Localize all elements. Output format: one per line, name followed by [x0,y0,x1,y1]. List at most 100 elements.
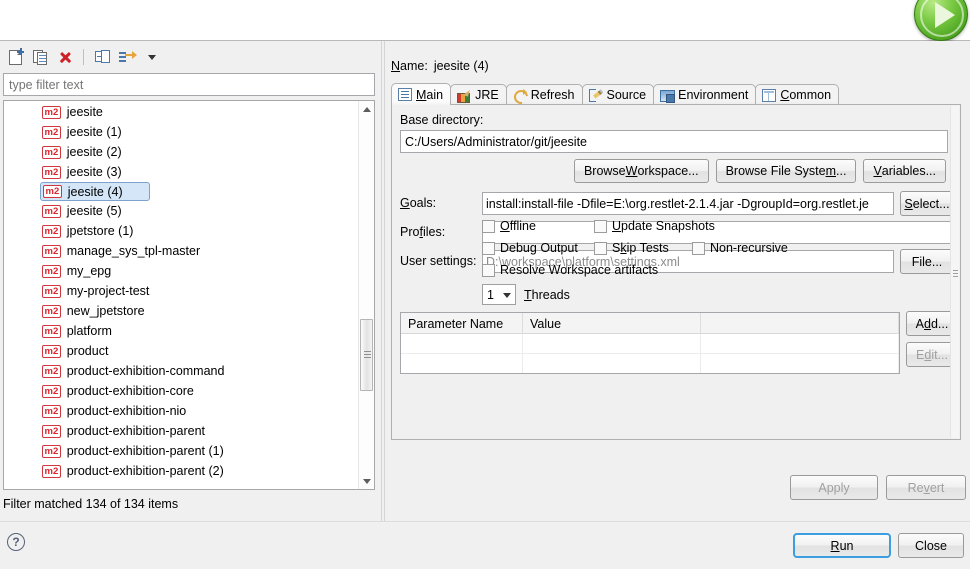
tree-item[interactable]: m2 product-exhibition-core [4,381,357,401]
checkbox-resolve-workspace-artifacts[interactable]: Resolve Workspace artifacts [482,263,658,277]
threads-row: 1 Threads [482,284,570,305]
select-goals-button[interactable]: Select... [900,191,954,216]
tree-item[interactable]: m2 new_jpetstore [4,301,357,321]
run-configurations-dialog: m2 jeesite m2 jeesite (1) m2 jeesite (2) m2 jee… [0,0,970,569]
tree-item[interactable]: m2 my-project-test [4,281,357,301]
tree-item[interactable]: m2 manage_sys_tpl-master [4,241,357,261]
tree-item[interactable]: m2 jeesite (5) [4,201,357,221]
filter-status-text: Filter matched 134 of 134 items [3,497,179,511]
tree-item[interactable]: m2 jeesite (1) [4,122,357,142]
apply-button: Apply [790,475,878,500]
tab-label: Source [606,88,647,102]
tab-label: Main [416,87,444,102]
goals-input[interactable] [482,192,894,215]
non-recursive-checkbox-box[interactable] [692,241,705,255]
filter-input[interactable] [3,73,375,96]
tree-item[interactable]: m2 jeesite (2) [4,142,357,162]
checkbox-debug-output[interactable]: Debug Output [482,241,578,255]
tree-item[interactable]: m2 product-exhibition-parent (2) [4,461,357,481]
parameter-table-header: Parameter Name Value [401,313,899,334]
tab-refresh[interactable]: Refresh [505,84,583,105]
browse-workspace-button[interactable]: Browse Workspace... [573,159,709,183]
offline-checkbox-box[interactable] [482,219,495,233]
resolve-workspace-artifacts-checkbox-box[interactable] [482,263,495,277]
parameter-table-cell [401,334,523,354]
scroll-up-icon[interactable] [359,101,374,117]
tab-source[interactable]: Source [581,84,655,105]
tab-label: JRE [475,88,499,102]
tree-vertical-scrollbar[interactable] [358,101,374,489]
scroll-down-icon[interactable] [359,473,374,489]
config-name-row: Name: jeesite (4) [391,59,489,73]
m2-icon: m2 [42,384,61,398]
profiles-label: Profiles: [400,225,446,239]
tab-jre[interactable]: JRE [450,84,507,105]
tree-item[interactable]: m2 product-exhibition-parent [4,421,357,441]
debug-output-checkbox-box[interactable] [482,241,495,255]
chevron-down-icon[interactable] [141,46,163,68]
green-run-play-icon [914,0,968,41]
base-directory-input[interactable] [400,130,948,153]
tab-content-resize-grip[interactable] [953,270,958,282]
scrollbar-thumb[interactable] [360,319,373,391]
user-settings-label: User settings: [400,254,477,268]
tree-item[interactable]: m2 product-exhibition-nio [4,401,357,421]
parameter-table[interactable]: Parameter Name Value [400,312,900,374]
tree-item[interactable]: m2 platform [4,321,357,341]
name-label: Name: [391,59,428,73]
base-directory-label: Base directory: [400,113,484,127]
config-tabs: Main JRE Refresh Source Environment Common [391,83,961,105]
checkbox-skip-tests[interactable]: Skip Tests [594,241,676,255]
tree-item[interactable]: m2 jeesite [4,102,357,122]
parameter-table-row[interactable] [401,354,899,373]
parameter-table-cell [523,354,701,373]
parameter-table-cell [701,354,899,373]
m2-icon: m2 [42,264,61,278]
launch-config-tree[interactable]: m2 jeesite m2 jeesite (1) m2 jeesite (2) m2 jee… [3,100,375,490]
filter-arrow-icon[interactable] [116,46,138,68]
tab-environment[interactable]: Environment [653,84,757,105]
new-page-icon[interactable] [4,46,26,68]
update-snapshots-checkbox-box[interactable] [594,219,607,233]
help-question-icon[interactable]: ? [7,533,25,551]
browse-buttons-row: Browse Workspace... Browse File Syste m..… [573,159,946,183]
tree-item[interactable]: m2 product-exhibition-parent (1) [4,441,357,461]
tree-item[interactable]: m2 my_epg [4,261,357,281]
variables-button[interactable]: Variables... [863,159,946,183]
run-button[interactable]: Run [793,533,891,558]
m2-icon: m2 [42,145,61,159]
tree-item-label: my-project-test [66,284,150,298]
browse-file-system-button[interactable]: Browse File Syste m... [715,159,857,183]
tree-item[interactable]: m2 jeesite (4) [40,182,150,201]
m2-icon: m2 [42,364,61,378]
launch-config-tree-list: m2 jeesite m2 jeesite (1) m2 jeesite (2) m2 jee… [4,102,357,481]
tab-label: Refresh [530,88,575,102]
tab-main[interactable]: Main [391,83,452,105]
tree-item[interactable]: m2 jpetstore (1) [4,221,357,241]
collapse-all-icon[interactable] [91,46,113,68]
panel-sash-divider[interactable] [381,41,385,521]
close-button[interactable]: Close [898,533,964,558]
checkbox-update-snapshots[interactable]: Update Snapshots [594,219,715,233]
tree-item-label: product-exhibition-core [66,384,194,398]
threads-dropdown[interactable]: 1 [482,284,516,305]
tree-item[interactable]: m2 jeesite (3) [4,162,357,182]
delete-x-icon[interactable] [54,46,76,68]
duplicate-icon[interactable] [29,46,51,68]
tree-item-label: manage_sys_tpl-master [66,244,201,258]
parameter-table-row[interactable] [401,334,899,354]
name-value[interactable]: jeesite (4) [434,59,489,73]
parameter-table-cell [523,334,701,354]
refresh-arrows-icon [513,88,527,102]
skip-tests-checkbox-box[interactable] [594,241,607,255]
main-tab-content: Base directory: Browse Workspace... Brow… [391,104,961,440]
checkbox-offline[interactable]: Offline [482,219,578,233]
m2-icon: m2 [42,404,61,418]
tree-item-label: platform [66,324,112,338]
user-settings-file-button[interactable]: File... [900,249,954,274]
checkbox-non-recursive[interactable]: Non-recursive [692,241,788,255]
m2-icon: m2 [42,244,61,258]
tree-item[interactable]: m2 product-exhibition-command [4,361,357,381]
tree-item[interactable]: m2 product [4,341,357,361]
tab-common[interactable]: Common [755,84,840,105]
